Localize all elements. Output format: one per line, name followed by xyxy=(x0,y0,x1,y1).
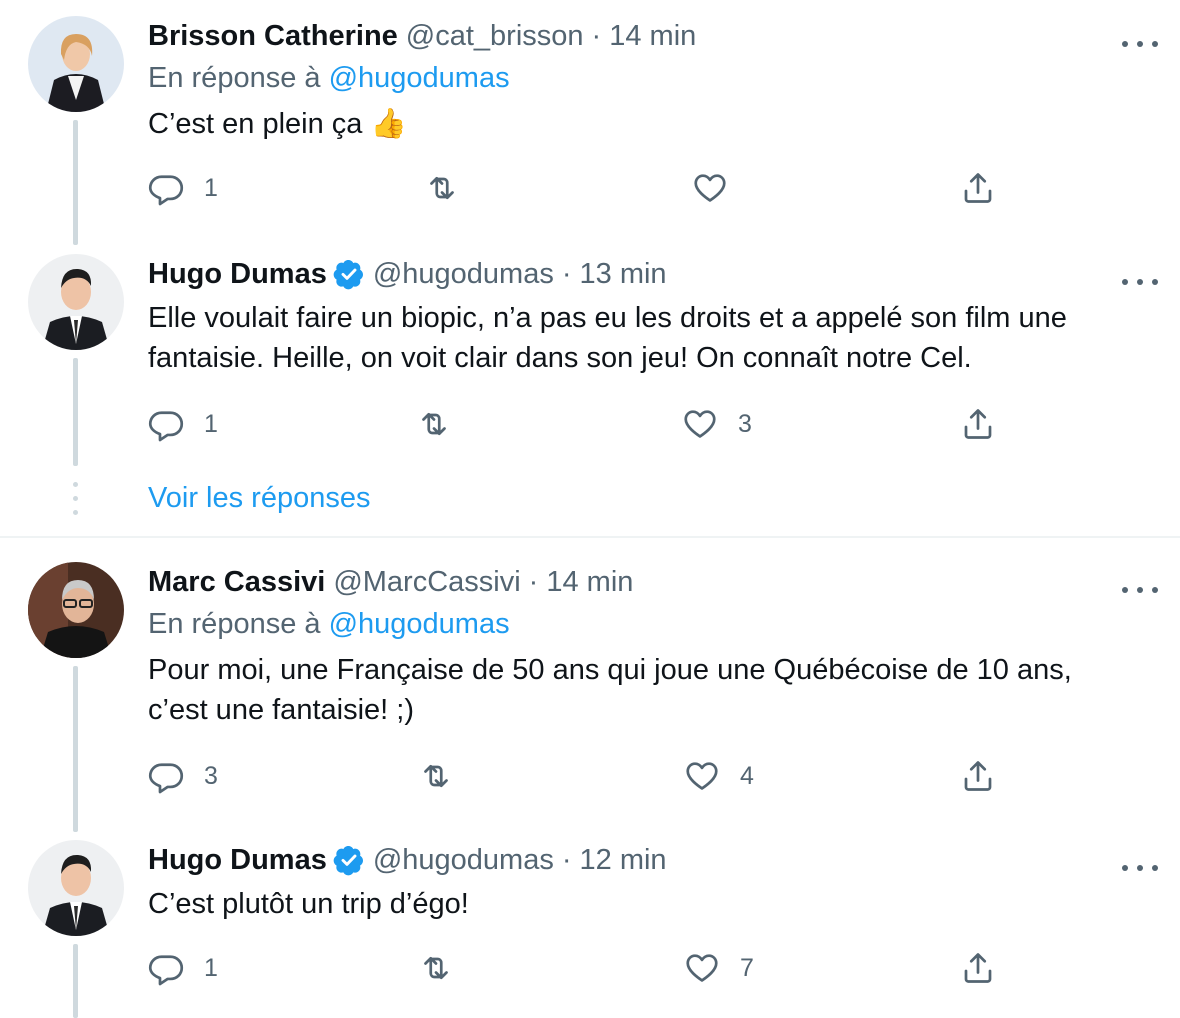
avatar[interactable] xyxy=(28,562,124,658)
share-button[interactable] xyxy=(960,948,996,988)
like-icon xyxy=(694,174,726,202)
tweet-header: Brisson Catherine @cat_brisson · 14 min xyxy=(148,16,696,56)
share-button[interactable] xyxy=(960,168,996,208)
retweet-icon xyxy=(422,412,446,436)
timestamp[interactable]: 13 min xyxy=(580,258,667,291)
reply-button[interactable]: 1 xyxy=(148,168,218,208)
tweet-text: Pour moi, une Française de 50 ans qui jo… xyxy=(148,650,1148,730)
tweet-text-line: Pour moi, une Française de 50 ans qui jo… xyxy=(148,654,1072,686)
timestamp[interactable]: 14 min xyxy=(609,20,696,53)
retweet-icon xyxy=(424,764,448,788)
more-icon[interactable] xyxy=(1122,268,1158,296)
share-button[interactable] xyxy=(960,404,996,444)
tweet-header: Hugo Dumas @hugodumas · 13 min xyxy=(148,254,667,294)
avatar[interactable] xyxy=(28,840,124,936)
verified-badge-icon xyxy=(333,844,365,876)
more-icon[interactable] xyxy=(1122,30,1158,58)
separator: · xyxy=(561,843,572,876)
retweet-icon xyxy=(424,956,448,980)
author-handle[interactable]: @MarcCassivi xyxy=(333,566,520,599)
like-count: 4 xyxy=(740,761,754,790)
tweet[interactable]: Brisson Catherine @cat_brisson · 14 min … xyxy=(0,16,1180,236)
tweet-actions: 1 7 xyxy=(148,948,1008,988)
author-handle[interactable]: @hugodumas xyxy=(373,258,554,291)
retweet-button[interactable] xyxy=(424,168,460,208)
share-icon xyxy=(964,409,992,439)
tweet-text-line: c’est une fantaisie! ;) xyxy=(148,694,414,726)
retweet-button[interactable] xyxy=(416,404,452,444)
show-replies-link[interactable]: Voir les réponses xyxy=(148,482,370,515)
reply-button[interactable]: 1 xyxy=(148,948,218,988)
tweet-header: Hugo Dumas @hugodumas · 12 min xyxy=(148,840,667,880)
tweet-text-line: Elle voulait faire un biopic, n’a pas eu… xyxy=(148,302,1067,334)
author-name[interactable]: Marc Cassivi xyxy=(148,566,325,599)
divider xyxy=(0,536,1180,538)
reply-mention-link[interactable]: @hugodumas xyxy=(329,608,510,640)
tweet-text: C’est plutôt un trip d’égo! xyxy=(148,888,469,920)
author-handle[interactable]: @hugodumas xyxy=(373,844,554,877)
tweet-text-line: fantaisie. Heille, on voit clair dans so… xyxy=(148,342,972,374)
reply-icon xyxy=(148,175,184,206)
share-icon xyxy=(964,173,992,203)
avatar[interactable] xyxy=(28,16,124,112)
like-button[interactable]: 4 xyxy=(684,756,754,796)
like-count: 7 xyxy=(740,953,754,982)
tweet[interactable]: Hugo Dumas @hugodumas · 13 min Elle voul… xyxy=(0,254,1180,474)
reply-count: 1 xyxy=(204,409,218,438)
tweet-header: Marc Cassivi @MarcCassivi · 14 min xyxy=(148,562,633,602)
reply-icon xyxy=(148,411,184,442)
retweet-button[interactable] xyxy=(418,948,454,988)
avatar[interactable] xyxy=(28,254,124,350)
author-name[interactable]: Brisson Catherine xyxy=(148,20,398,53)
reply-icon xyxy=(148,763,184,794)
reply-prefix: En réponse à xyxy=(148,62,321,94)
like-count: 3 xyxy=(738,409,752,438)
like-icon xyxy=(686,762,718,790)
tweet-actions: 1 3 xyxy=(148,404,1008,444)
retweet-icon xyxy=(430,176,454,200)
author-handle[interactable]: @cat_brisson xyxy=(406,20,584,53)
thread-dot xyxy=(73,510,78,515)
reply-mention-link[interactable]: @hugodumas xyxy=(329,62,510,94)
reply-context: En réponse à @hugodumas xyxy=(148,608,510,641)
reply-count: 1 xyxy=(204,173,218,202)
like-button[interactable]: 3 xyxy=(682,404,752,444)
retweet-button[interactable] xyxy=(418,756,454,796)
share-icon xyxy=(964,761,992,791)
separator: · xyxy=(528,565,539,598)
timestamp[interactable]: 14 min xyxy=(546,566,633,599)
separator: · xyxy=(561,257,572,290)
thread-dot xyxy=(73,496,78,501)
tweet-actions: 1 xyxy=(148,168,1008,208)
reply-button[interactable]: 3 xyxy=(148,756,218,796)
reply-prefix: En réponse à xyxy=(148,608,321,640)
reply-button[interactable]: 1 xyxy=(148,404,218,444)
like-icon xyxy=(684,410,716,438)
tweet[interactable]: Hugo Dumas @hugodumas · 12 min C’est plu… xyxy=(0,840,1180,1018)
tweet-text: C’est en plein ça 👍 xyxy=(148,108,407,140)
like-button[interactable]: 7 xyxy=(684,948,754,988)
reply-icon xyxy=(148,955,184,986)
reply-context: En réponse à @hugodumas xyxy=(148,62,510,95)
tweet-actions: 3 4 xyxy=(148,756,1008,796)
share-button[interactable] xyxy=(960,756,996,796)
verified-badge-icon xyxy=(333,258,365,290)
timestamp[interactable]: 12 min xyxy=(580,844,667,877)
more-icon[interactable] xyxy=(1122,854,1158,882)
reply-count: 1 xyxy=(204,953,218,982)
more-icon[interactable] xyxy=(1122,576,1158,604)
like-button[interactable] xyxy=(692,168,728,208)
reply-count: 3 xyxy=(204,761,218,790)
author-name[interactable]: Hugo Dumas xyxy=(148,258,327,291)
tweet-text: Elle voulait faire un biopic, n’a pas eu… xyxy=(148,298,1148,378)
author-name[interactable]: Hugo Dumas xyxy=(148,844,327,877)
separator: · xyxy=(591,19,602,52)
thread-dot xyxy=(73,482,78,487)
share-icon xyxy=(964,953,992,983)
tweet[interactable]: Marc Cassivi @MarcCassivi · 14 min En ré… xyxy=(0,562,1180,822)
like-icon xyxy=(686,954,718,982)
